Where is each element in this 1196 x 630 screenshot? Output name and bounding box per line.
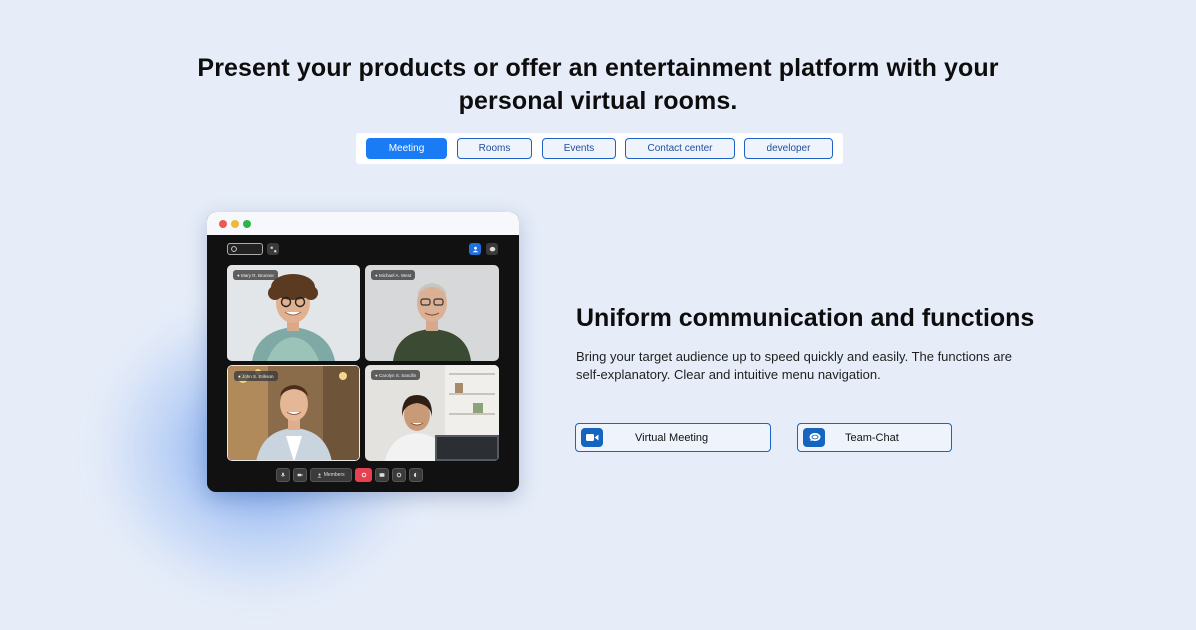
feature-description: Bring your target audience up to speed q…	[576, 349, 1013, 382]
participant-name-tag: ● Mary R. Brunner	[233, 270, 278, 280]
participant-name-tag: ● Carolyn S. Sandlin	[371, 370, 421, 380]
team-chat-button[interactable]: Team-Chat	[797, 423, 952, 452]
theme-toggle-icon	[409, 468, 423, 482]
tab-meeting[interactable]: Meeting	[366, 138, 447, 159]
video-tile: ● Mary R. Brunner	[227, 265, 360, 361]
members-label: Members	[323, 472, 345, 478]
chat-icon	[486, 243, 498, 255]
settings-icon	[392, 468, 406, 482]
tab-contact-center[interactable]: Contact center	[625, 138, 735, 159]
page: Present your products or offer an entert…	[0, 0, 1196, 630]
video-tile: ● Michael A. West	[365, 265, 499, 361]
app-logo	[227, 243, 263, 255]
screen-share-icon	[375, 468, 389, 482]
logo-icon	[231, 246, 237, 252]
participant-name-tag: ● Michael A. West	[371, 270, 416, 280]
team-chat-label: Team-Chat	[845, 432, 899, 444]
headline-line-2: personal virtual rooms.	[458, 87, 738, 115]
virtual-meeting-button[interactable]: Virtual Meeting	[575, 423, 771, 452]
page-headline: Present your products or offer an entert…	[0, 52, 1196, 118]
meeting-app-mockup: ● Mary R. Brunner ● Michael A. West ● Jo…	[207, 212, 519, 492]
video-tile-active: ● John S. Erikson	[227, 365, 360, 461]
product-tabs: Meeting Rooms Events Contact center deve…	[356, 133, 843, 164]
video-camera-icon	[581, 428, 603, 447]
virtual-meeting-label: Virtual Meeting	[635, 432, 709, 444]
video-tile: ● Carolyn S. Sandlin	[365, 365, 499, 461]
members-icon	[317, 473, 322, 477]
tab-events[interactable]: Events	[542, 138, 616, 159]
app-topbar	[207, 235, 519, 263]
feature-title: Uniform communication and functions	[576, 304, 1035, 332]
participants-icon	[469, 243, 481, 255]
tab-developer[interactable]: developer	[744, 138, 833, 159]
members-button: Members	[310, 468, 352, 482]
participant-name-tag: ● John S. Erikson	[234, 371, 278, 381]
maximize-dot-icon	[243, 220, 251, 228]
chat-bubble-icon	[803, 428, 825, 447]
end-call-icon	[355, 468, 372, 482]
meeting-controls: Members	[207, 468, 519, 484]
window-titlebar	[207, 212, 519, 235]
tab-rooms[interactable]: Rooms	[457, 138, 532, 159]
layout-icon	[267, 243, 279, 255]
camera-icon	[293, 468, 307, 482]
microphone-icon	[276, 468, 290, 482]
minimize-dot-icon	[231, 220, 239, 228]
headline-line-1: Present your products or offer an entert…	[197, 54, 999, 82]
close-dot-icon	[219, 220, 227, 228]
